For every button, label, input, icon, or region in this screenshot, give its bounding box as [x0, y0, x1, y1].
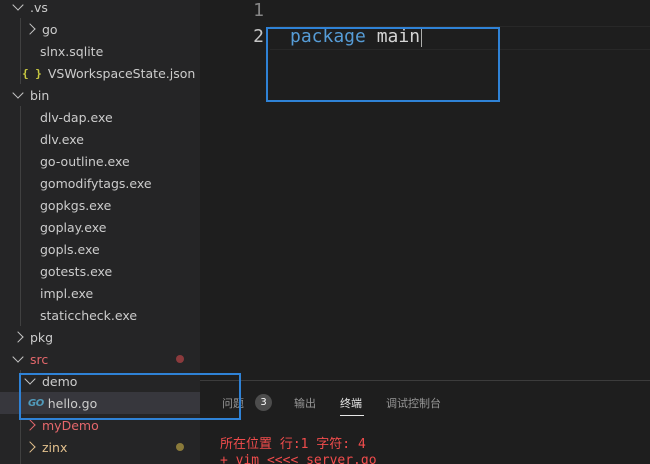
annotation-box-code — [266, 27, 500, 102]
chevron-right-icon — [12, 331, 24, 343]
line-number: 2 — [253, 26, 264, 47]
tab-debug-console[interactable]: 调试控制台 — [386, 395, 441, 411]
terminal-line: + vim <<<< server.go — [220, 453, 377, 464]
tree-item-label: pkg — [30, 329, 54, 345]
tree-item-label: impl.exe — [40, 285, 94, 301]
line-number: 1 — [253, 0, 264, 21]
tree-folder-vs[interactable]: .vs — [0, 0, 200, 18]
tree-file-gopls-exe[interactable]: gopls.exe — [0, 238, 200, 260]
tree-file-goplay-exe[interactable]: goplay.exe — [0, 216, 200, 238]
warning-status-dot — [176, 443, 184, 451]
chevron-right-icon — [24, 23, 36, 35]
tree-file-impl-exe[interactable]: impl.exe — [0, 282, 200, 304]
bottom-panel: 问题 3 输出 终端 调试控制台 所在位置 行:1 字符: 4 + vim <<… — [200, 380, 650, 464]
tree-item-label: dlv.exe — [40, 131, 84, 147]
tree-file-gomodifytags-exe[interactable]: gomodifytags.exe — [0, 172, 200, 194]
chevron-down-icon — [12, 87, 24, 99]
tree-folder-pkg[interactable]: pkg — [0, 326, 200, 348]
tree-file-dlv-exe[interactable]: dlv.exe — [0, 128, 200, 150]
chevron-right-icon — [24, 419, 36, 431]
terminal-line: 所在位置 行:1 字符: 4 — [220, 437, 366, 452]
tree-folder-src[interactable]: src — [0, 348, 200, 370]
tree-folder-bin[interactable]: bin — [0, 84, 200, 106]
tree-item-label: gomodifytags.exe — [40, 175, 152, 191]
tree-item-label: .vs — [30, 0, 48, 15]
tab-terminal[interactable]: 终端 — [340, 395, 362, 411]
error-status-dot — [176, 355, 184, 363]
tree-file-slnx-sqlite[interactable]: slnx.sqlite — [0, 40, 200, 62]
tree-item-label: src — [30, 351, 49, 367]
tree-item-label: go-outline.exe — [40, 153, 130, 169]
vscode-window: .vs go slnx.sqlite { } VSWorkspaceState.… — [0, 0, 650, 464]
tree-file-gotests-exe[interactable]: gotests.exe — [0, 260, 200, 282]
chevron-right-icon — [24, 441, 36, 453]
tree-item-label: bin — [30, 87, 50, 103]
tree-file-staticcheck-exe[interactable]: staticcheck.exe — [0, 304, 200, 326]
tree-item-label: gotests.exe — [40, 263, 113, 279]
tree-file-gopkgs-exe[interactable]: gopkgs.exe — [0, 194, 200, 216]
json-file-icon: { } — [22, 66, 42, 80]
tree-item-label: go — [42, 21, 58, 37]
tree-item-label: gopkgs.exe — [40, 197, 112, 213]
tree-item-label: gopls.exe — [40, 241, 100, 257]
tree-item-label: dlv-dap.exe — [40, 109, 113, 125]
chevron-down-icon — [12, 351, 24, 363]
tree-item-label: slnx.sqlite — [40, 43, 104, 59]
annotation-box-hello-go — [19, 373, 241, 420]
tree-item-label: goplay.exe — [40, 219, 107, 235]
tree-folder-go[interactable]: go — [0, 18, 200, 40]
problems-count-badge: 3 — [255, 394, 272, 411]
tree-item-label: staticcheck.exe — [40, 307, 138, 323]
tree-file-vsworkspacestate-json[interactable]: { } VSWorkspaceState.json — [0, 62, 200, 84]
tree-file-go-outline-exe[interactable]: go-outline.exe — [0, 150, 200, 172]
active-tab-underline — [340, 415, 364, 416]
tree-folder-zinx[interactable]: zinx — [0, 436, 200, 458]
tree-item-label: VSWorkspaceState.json — [47, 65, 196, 81]
tree-file-dlv-dap-exe[interactable]: dlv-dap.exe — [0, 106, 200, 128]
chevron-down-icon — [12, 0, 24, 11]
tab-output[interactable]: 输出 — [294, 395, 316, 411]
tree-item-label: zinx — [42, 439, 68, 455]
